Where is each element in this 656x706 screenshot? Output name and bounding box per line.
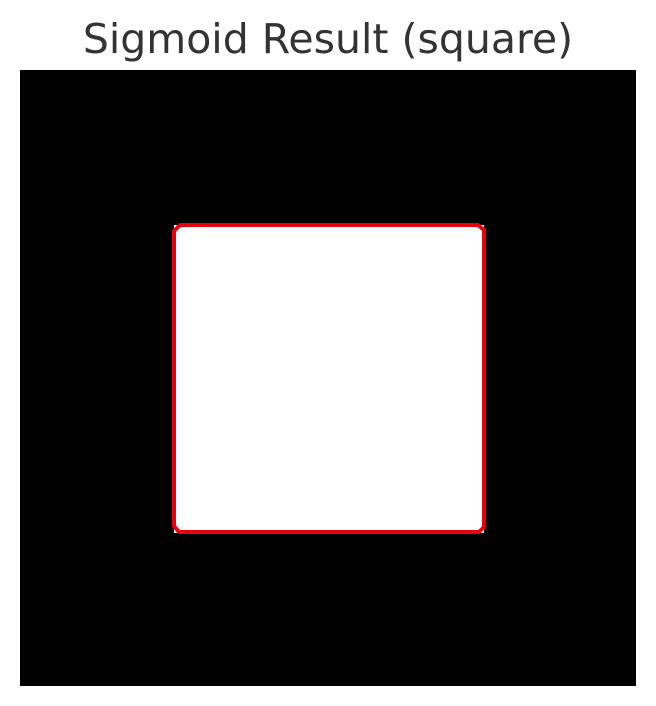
white-square — [174, 225, 484, 533]
figure-canvas: Sigmoid Result (square) — [0, 0, 656, 706]
result-image — [20, 70, 636, 686]
figure-title: Sigmoid Result (square) — [82, 15, 574, 63]
